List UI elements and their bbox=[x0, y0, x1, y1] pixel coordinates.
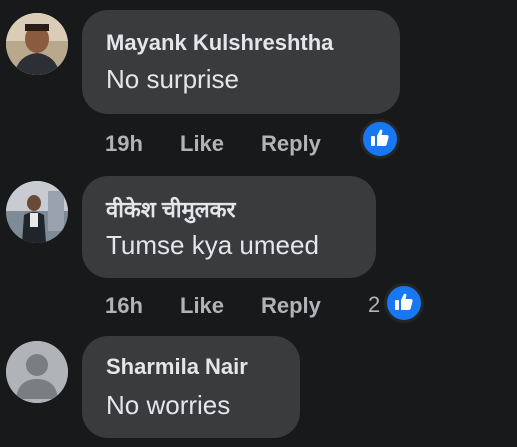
like-button[interactable]: Like bbox=[180, 131, 224, 157]
reply-button[interactable]: Reply bbox=[261, 293, 321, 319]
avatar[interactable] bbox=[6, 13, 68, 75]
comment-bubble: Sharmila Nair No worries bbox=[82, 336, 300, 438]
comment-timestamp[interactable]: 16h bbox=[105, 293, 143, 319]
comment-timestamp[interactable]: 19h bbox=[105, 131, 143, 157]
comment-text: Tumse kya umeed bbox=[106, 230, 319, 260]
reply-button[interactable]: Reply bbox=[261, 131, 321, 157]
comment-bubble: Mayank Kulshreshtha No surprise bbox=[82, 10, 400, 114]
comment-author[interactable]: Mayank Kulshreshtha bbox=[106, 30, 333, 56]
reaction-count[interactable]: 2 bbox=[368, 292, 380, 318]
like-button[interactable]: Like bbox=[180, 293, 224, 319]
comment-text: No surprise bbox=[106, 64, 239, 94]
like-reaction-icon[interactable] bbox=[384, 283, 424, 323]
comment-text: No worries bbox=[106, 390, 231, 420]
avatar[interactable] bbox=[6, 181, 68, 243]
comment-author[interactable]: वीकेश चीमुलकर bbox=[106, 194, 236, 224]
comment-bubble: वीकेश चीमुलकर Tumse kya umeed bbox=[82, 176, 376, 278]
avatar[interactable] bbox=[6, 341, 68, 403]
comment-author[interactable]: Sharmila Nair bbox=[106, 354, 248, 380]
like-reaction-icon[interactable] bbox=[360, 119, 400, 159]
